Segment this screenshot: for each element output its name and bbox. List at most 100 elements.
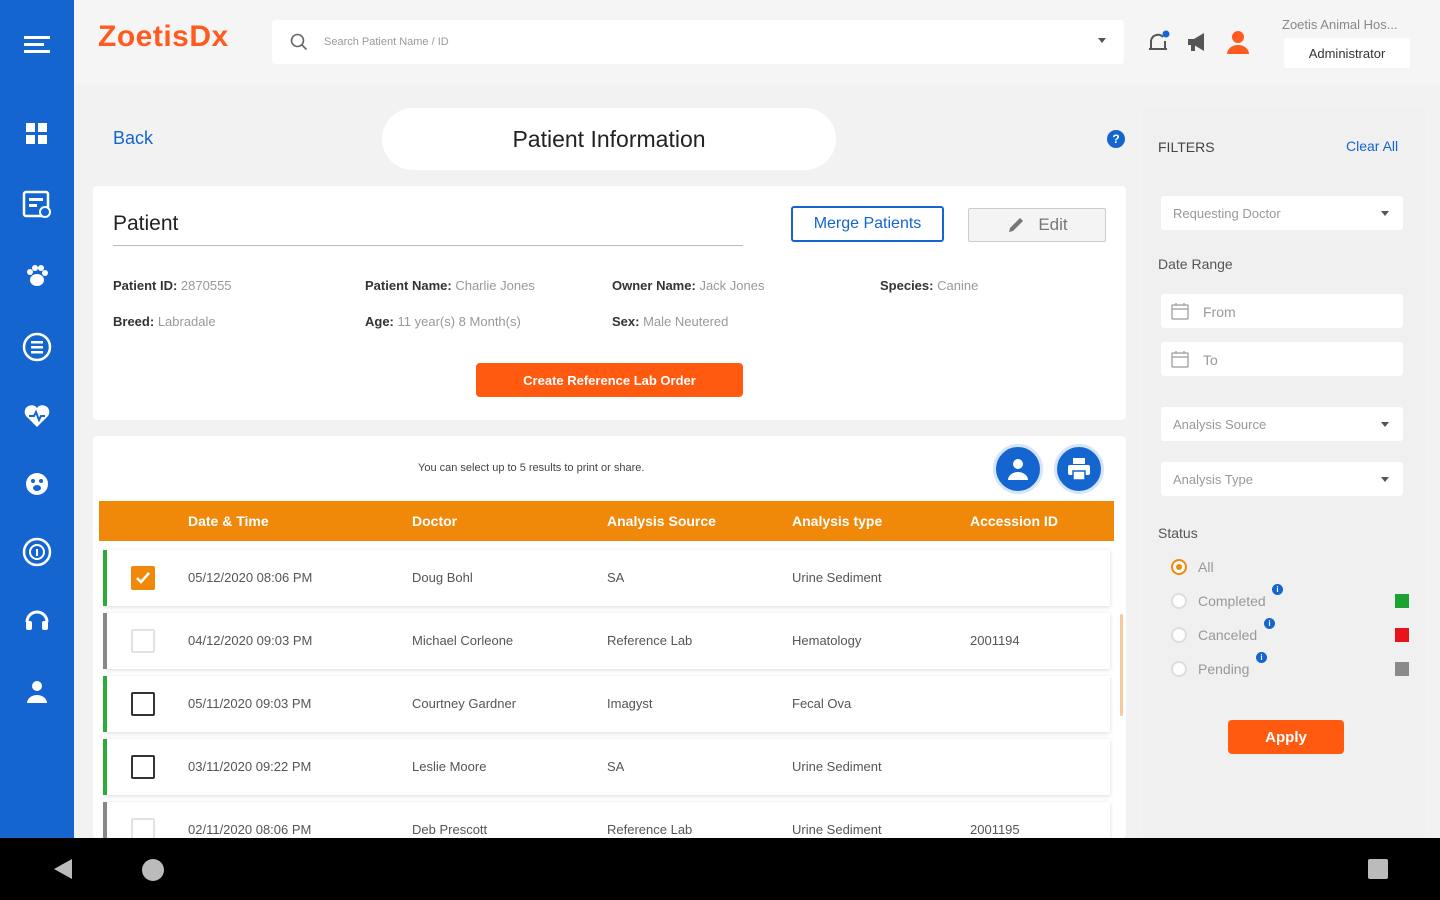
nav-home-icon[interactable]: [141, 858, 165, 882]
table-row[interactable]: 05/12/2020 08:06 PM Doug Bohl SA Urine Sedi…: [103, 550, 1110, 606]
field-species: Species: Canine: [880, 278, 979, 293]
field-patient-id: Patient ID: 2870555: [113, 278, 232, 293]
chevron-down-icon[interactable]: [1098, 38, 1106, 43]
cell-date-time: 05/12/2020 08:06 PM: [188, 570, 313, 585]
status-indicator: [103, 613, 107, 669]
edit-label: Edit: [1038, 215, 1068, 234]
column-analysis-source[interactable]: Analysis Source: [607, 513, 716, 529]
status-option-completed[interactable]: Completed i: [1171, 584, 1411, 611]
cell-date-time: 04/12/2020 09:03 PM: [188, 633, 313, 648]
users-icon[interactable]: [17, 672, 57, 712]
top-bar: ZoetisDx Search Patient Name / ID Zoetis…: [74, 0, 1440, 84]
cell-doctor: Deb Prescott: [412, 822, 488, 837]
status-indicator: [103, 550, 107, 606]
field-patient-name: Patient Name: Charlie Jones: [365, 278, 535, 293]
scrollbar[interactable]: [1120, 614, 1123, 716]
chevron-down-icon: [1381, 477, 1389, 482]
user-role[interactable]: Administrator: [1284, 38, 1410, 68]
info-icon[interactable]: i: [1256, 652, 1267, 663]
from-date-input[interactable]: From: [1161, 294, 1403, 328]
cell-analysis-type: Urine Sediment: [792, 822, 882, 837]
page-title: Patient Information: [382, 108, 836, 170]
info-circle-icon[interactable]: [17, 532, 57, 572]
merge-patients-button[interactable]: Merge Patients: [791, 206, 944, 242]
nav-back-icon[interactable]: [52, 857, 74, 881]
field-owner-name: Owner Name: Jack Jones: [612, 278, 765, 293]
patient-card: Patient Merge Patients Edit Patient ID: …: [93, 186, 1126, 420]
create-reference-lab-order-button[interactable]: Create Reference Lab Order: [476, 363, 743, 397]
requesting-doctor-select[interactable]: Requesting Doctor: [1161, 196, 1403, 230]
status-option-pending[interactable]: Pending i: [1171, 652, 1411, 679]
share-button[interactable]: [993, 444, 1043, 494]
notification-bell-icon[interactable]: [1144, 28, 1172, 56]
cell-analysis-type: Urine Sediment: [792, 570, 882, 585]
to-date-input[interactable]: To: [1161, 342, 1403, 376]
table-row[interactable]: 02/11/2020 08:06 PM Deb Prescott Reference…: [103, 802, 1110, 838]
cell-doctor: Leslie Moore: [412, 759, 487, 774]
back-link[interactable]: Back: [113, 128, 153, 149]
patient-search-input[interactable]: Search Patient Name / ID: [272, 20, 1124, 64]
status-option-label: Canceled: [1198, 627, 1258, 643]
status-color-swatch: [1395, 594, 1409, 608]
status-color-swatch: [1395, 662, 1409, 676]
info-icon[interactable]: i: [1272, 584, 1283, 595]
analysis-type-select[interactable]: Analysis Type: [1161, 462, 1403, 496]
field-age: Age: 11 year(s) 8 Month(s): [365, 314, 521, 329]
analysis-type-label: Analysis Type: [1173, 472, 1253, 487]
table-row[interactable]: 05/11/2020 09:03 PM Courtney Gardner Imagy…: [103, 676, 1110, 732]
edit-button[interactable]: Edit: [968, 208, 1106, 242]
row-checkbox[interactable]: [131, 755, 155, 779]
cell-date-time: 05/11/2020 09:03 PM: [188, 696, 312, 711]
status-radio[interactable]: [1171, 661, 1187, 677]
column-analysis-type[interactable]: Analysis type: [792, 513, 882, 529]
sidebar: [0, 0, 74, 838]
heart-health-icon[interactable]: [17, 396, 57, 436]
menu-icon[interactable]: [17, 25, 57, 65]
pet-care-icon[interactable]: [17, 464, 57, 504]
print-button[interactable]: [1054, 444, 1104, 494]
from-placeholder: From: [1203, 304, 1236, 320]
row-checkbox: [131, 818, 155, 838]
reports-icon[interactable]: [17, 184, 57, 224]
column-accession-id[interactable]: Accession ID: [970, 513, 1058, 529]
status-option-all[interactable]: All: [1171, 557, 1411, 577]
status-indicator: [103, 739, 107, 795]
cell-analysis-type: Hematology: [792, 633, 862, 648]
status-radio[interactable]: [1171, 627, 1187, 643]
status-radio[interactable]: [1171, 593, 1187, 609]
system-nav-bar: [0, 838, 1440, 900]
cell-analysis-source: Reference Lab: [607, 633, 693, 648]
list-circle-icon[interactable]: [17, 327, 57, 367]
column-doctor[interactable]: Doctor: [412, 513, 457, 529]
apply-button[interactable]: Apply: [1228, 720, 1344, 754]
status-radio[interactable]: [1171, 559, 1187, 575]
user-profile-icon[interactable]: [1224, 28, 1252, 56]
column-date-time[interactable]: Date & Time: [188, 513, 269, 529]
status-option-canceled[interactable]: Canceled i: [1171, 618, 1411, 645]
clear-all-link[interactable]: Clear All: [1346, 138, 1398, 154]
printer-icon: [1068, 458, 1090, 481]
checkmark-icon: [136, 572, 150, 584]
info-icon[interactable]: i: [1264, 618, 1275, 629]
cell-analysis-source: SA: [607, 570, 625, 585]
hospital-name[interactable]: Zoetis Animal Hos...: [1282, 17, 1424, 32]
field-breed: Breed: Labradale: [113, 314, 216, 329]
table-row[interactable]: 04/12/2020 09:03 PM Michael Corleone Refer…: [103, 613, 1110, 669]
results-card: You can select up to 5 results to print …: [93, 436, 1126, 838]
cell-doctor: Michael Corleone: [412, 633, 514, 648]
paw-icon[interactable]: [17, 256, 57, 296]
cell-doctor: Doug Bohl: [412, 570, 473, 585]
megaphone-icon[interactable]: [1184, 28, 1212, 56]
dashboard-icon[interactable]: [17, 114, 57, 154]
row-checkbox[interactable]: [131, 566, 155, 590]
status-option-label: Completed: [1198, 593, 1266, 609]
chevron-down-icon: [1381, 211, 1389, 216]
row-checkbox[interactable]: [131, 692, 155, 716]
status-color-swatch: [1395, 628, 1409, 642]
help-icon[interactable]: ?: [1107, 130, 1125, 148]
table-row[interactable]: 03/11/2020 09:22 PM Leslie Moore SA Urine S…: [103, 739, 1110, 795]
support-headset-icon[interactable]: [17, 600, 57, 640]
analysis-source-select[interactable]: Analysis Source: [1161, 407, 1403, 441]
nav-recents-icon[interactable]: [1367, 858, 1389, 880]
selection-note: You can select up to 5 results to print …: [418, 462, 645, 474]
